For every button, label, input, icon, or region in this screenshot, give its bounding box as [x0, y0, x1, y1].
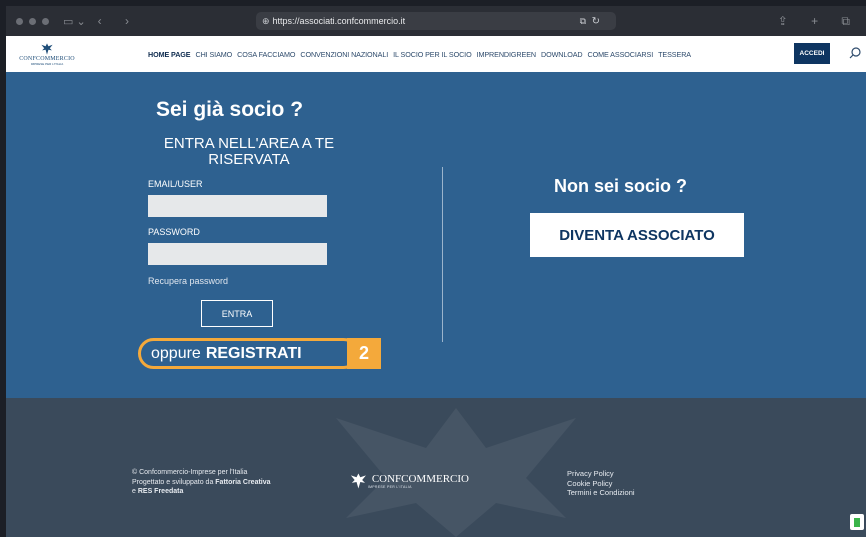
nav-cosa-facciamo[interactable]: COSA FACCIAMO — [237, 50, 295, 59]
footer-logo: CONFCOMMERCIO IMPRESE PER L'ITALIA — [349, 470, 469, 492]
email-label: EMAIL/USER — [148, 179, 203, 189]
logo-subtext: IMPRESE PER L'ITALIA — [30, 62, 64, 66]
login-subtitle: ENTRA NELL'AREA A TE RISERVATA — [163, 135, 335, 168]
search-icon[interactable] — [848, 46, 862, 60]
password-field[interactable] — [148, 243, 327, 265]
url-text: https://associati.confcommercio.it — [272, 16, 406, 26]
cookie-policy-link[interactable]: Cookie Policy — [567, 479, 635, 489]
step-badge: 2 — [347, 338, 381, 369]
privacy-policy-link[interactable]: Privacy Policy — [567, 469, 635, 479]
join-title: Non sei socio ? — [554, 176, 688, 196]
address-bar[interactable]: ⊕ https://associati.confcommercio.it ⧉ ↻ — [256, 12, 616, 30]
terms-link[interactable]: Termini e Condizioni — [567, 488, 635, 498]
register-link[interactable]: oppure REGISTRATI — [138, 338, 359, 369]
globe-icon: ⊕ — [262, 15, 270, 26]
nav-socio-per-socio[interactable]: IL SOCIO PER IL SOCIO — [393, 50, 472, 59]
nav-tessera[interactable]: TESSERA — [658, 50, 691, 59]
credits-fattoria[interactable]: Fattoria Creativa — [215, 479, 270, 486]
back-forward-icon[interactable]: ‹ › — [98, 14, 139, 28]
password-label: PASSWORD — [148, 227, 200, 237]
login-section: Sei già socio ? ENTRA NELL'AREA A TE RIS… — [6, 72, 866, 398]
nav-download[interactable]: DOWNLOAD — [541, 50, 583, 59]
eagle-icon — [350, 473, 366, 489]
email-field[interactable] — [148, 195, 327, 217]
credits-res[interactable]: RES Freedata — [138, 488, 184, 495]
eagle-icon — [41, 43, 53, 55]
sidebar-toggle-icon[interactable]: ▭ ⌄ — [63, 15, 86, 28]
reload-icon[interactable]: ↻ — [592, 16, 600, 27]
footer-links: Privacy Policy Cookie Policy Termini e C… — [567, 469, 635, 498]
nav-convenzioni[interactable]: CONVENZIONI NAZIONALI — [300, 50, 388, 59]
recover-password-link[interactable]: Recupera password — [148, 276, 228, 286]
register-label: REGISTRATI — [205, 344, 302, 362]
nav-chi-siamo[interactable]: CHI SIAMO — [196, 50, 233, 59]
site-logo[interactable]: CONFCOMMERCIO IMPRESE PER L'ITALIA — [12, 38, 82, 70]
register-prefix: oppure — [151, 344, 201, 362]
main-nav: HOME PAGE CHI SIAMO COSA FACCIAMO CONVEN… — [148, 36, 696, 72]
browser-toolbar: ▭ ⌄ ‹ › ⊕ https://associati.confcommerci… — [6, 6, 866, 36]
nav-imprendigreen[interactable]: IMPRENDIGREEN — [477, 50, 537, 59]
arrow-up-icon — [854, 517, 860, 527]
footer-logo-text: CONFCOMMERCIO — [371, 472, 469, 485]
footer-logo-sub: IMPRESE PER L'ITALIA — [367, 484, 412, 489]
share-newtab-icons[interactable]: ⇪ + ⧉ — [778, 14, 860, 29]
eagle-watermark-icon — [336, 408, 576, 537]
column-divider — [442, 167, 443, 342]
copyright: © Confcommercio-Imprese per l'Italia — [132, 469, 248, 476]
translate-icon[interactable]: ⧉ — [580, 16, 586, 27]
nav-home[interactable]: HOME PAGE — [148, 50, 191, 59]
window-controls[interactable] — [16, 17, 49, 25]
site-footer: © Confcommercio-Imprese per l'Italia Pro… — [6, 398, 866, 537]
register-callout: oppure REGISTRATI 2 — [138, 335, 388, 371]
nav-come-associarsi[interactable]: COME ASSOCIARSI — [588, 50, 654, 59]
entra-button[interactable]: ENTRA — [201, 300, 273, 327]
credits-prefix: Progettato e sviluppato da — [132, 478, 216, 486]
footer-credits: © Confcommercio-Imprese per l'Italia Pro… — [132, 468, 271, 497]
login-title: Sei già socio ? — [156, 98, 304, 121]
diventa-associato-button[interactable]: DIVENTA ASSOCIATO — [530, 213, 744, 257]
site-header: CONFCOMMERCIO IMPRESE PER L'ITALIA HOME … — [6, 36, 866, 72]
accedi-button[interactable]: ACCEDI — [794, 43, 830, 64]
scroll-top-button[interactable] — [850, 514, 864, 530]
